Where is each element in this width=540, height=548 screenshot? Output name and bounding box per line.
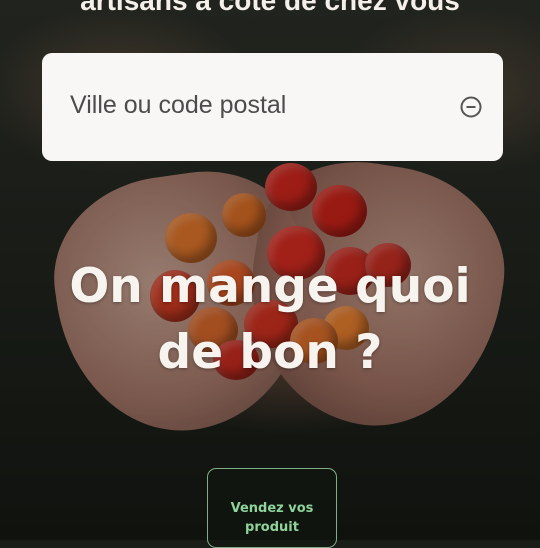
main-headline: On mange quoi de bon ? — [0, 254, 540, 386]
headline-line-1: On mange quoi — [69, 259, 471, 314]
locate-icon[interactable] — [459, 95, 483, 119]
sell-button-label-2: produit — [245, 520, 299, 535]
hero-title: artisans à côté de chez vous — [80, 0, 460, 16]
sell-button-label-1: Vendez vos — [230, 501, 314, 516]
sell-products-button[interactable]: Vendez vos produit — [207, 468, 337, 548]
search-placeholder[interactable]: Ville ou code postal — [70, 91, 286, 120]
location-search-box[interactable]: Ville ou code postal — [42, 53, 503, 161]
headline-line-2: de bon ? — [157, 325, 383, 380]
